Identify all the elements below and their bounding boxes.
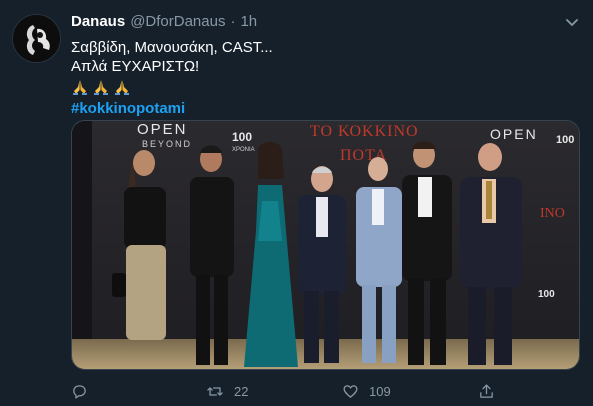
timestamp[interactable]: 1h [240,13,257,30]
pray-hands-icon [94,80,108,95]
tweet-actions: 22 109 [71,381,511,401]
backdrop-open-text-right: OPEN [490,126,538,142]
avatar-silhouette-icon [13,15,60,62]
like-count: 109 [369,383,391,399]
tweet-line-2: Απλά ΕΥΧΑΡΙΣΤΩ! [71,58,200,75]
tweet-text: Σαββίδη, Μανουσάκη, CAST... Απλά ΕΥΧΑΡΙΣ… [71,38,571,118]
backdrop-beyond-text: BEYOND [142,139,192,149]
tweet[interactable]: Danaus @DforDanaus · 1h Σαββίδη, Μανουσά… [0,0,593,406]
backdrop-logo-sub: ΧΡΟΝΙΑ [232,147,255,153]
backdrop-side-text: ΙΝΟ [540,206,565,221]
reply-button[interactable] [71,383,98,400]
share-icon [480,383,493,398]
backdrop-bottom-logo: 100 [538,289,555,300]
tweet-header: Danaus @DforDanaus · 1h [71,13,257,33]
retweet-icon [207,386,223,396]
heart-icon [343,384,358,398]
separator-dot: · [230,13,236,30]
display-name[interactable]: Danaus [71,13,125,30]
backdrop-title-text: ΤΟ ΚΟΚΚΙΝΟ [310,123,419,140]
like-button[interactable]: 109 [342,383,391,400]
premiere-group-photo: OPEN BEYOND 100 ΧΡΟΝΙΑ ΤΟ ΚΟΚΚΙΝΟ ΠΟΤΑ O… [72,121,579,369]
emoji-row [71,77,571,97]
retweet-count: 22 [234,383,249,399]
hashtag-link[interactable]: #kokkinopotami [71,99,571,118]
pray-hands-icon [73,80,87,95]
user-handle[interactable]: @DforDanaus [130,13,225,30]
chevron-down-icon[interactable] [565,16,579,30]
backdrop-logo-number: 100 [232,130,252,144]
tweet-photo[interactable]: OPEN BEYOND 100 ΧΡΟΝΙΑ ΤΟ ΚΟΚΚΙΝΟ ΠΟΤΑ O… [71,120,580,370]
avatar[interactable] [12,14,61,63]
pray-hands-icon [115,80,129,95]
retweet-button[interactable]: 22 [206,383,248,400]
share-button[interactable] [478,383,495,400]
backdrop-logo-number-right: 100 [556,134,574,146]
backdrop-open-text: OPEN [137,121,188,138]
tweet-line-1: Σαββίδη, Μανουσάκη, CAST... [71,39,273,56]
reply-icon [73,384,86,399]
